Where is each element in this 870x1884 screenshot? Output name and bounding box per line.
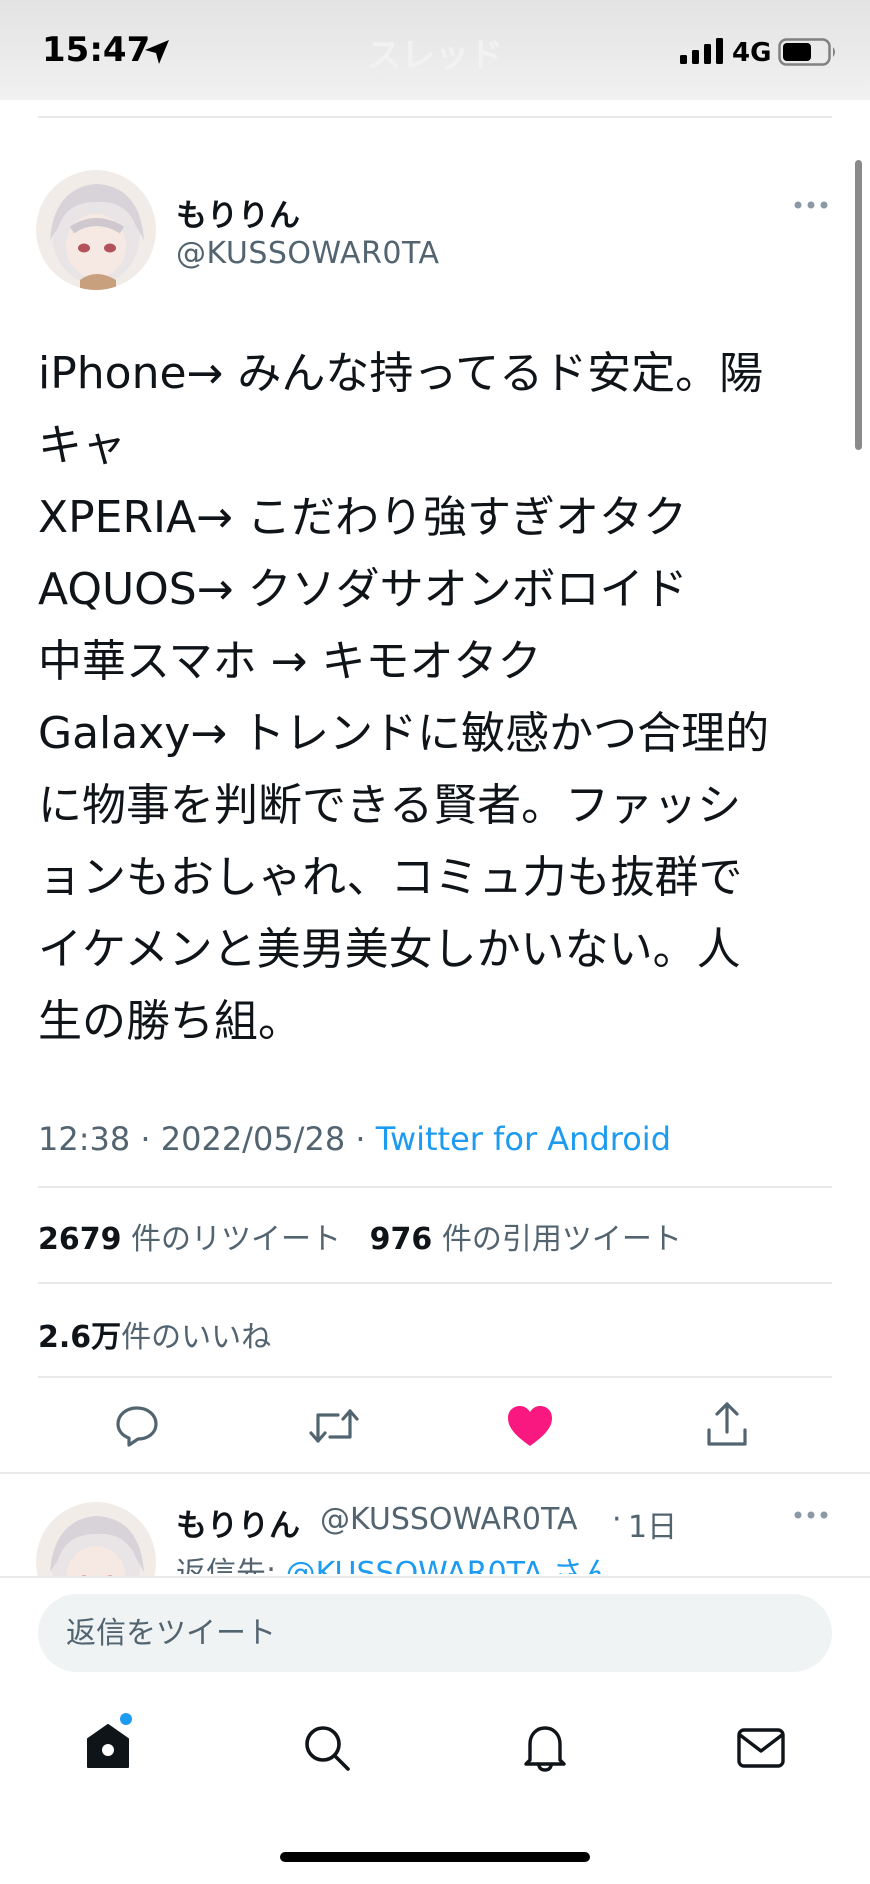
location-arrow-icon [145,40,169,64]
stats-divider [38,1282,832,1284]
bell-icon[interactable] [521,1722,569,1772]
avatar[interactable] [36,170,156,290]
signal-bars-icon [680,38,723,64]
retweet-count: 2679 [38,1222,122,1257]
reply-to-mention[interactable]: @KUSSOWAR0TA さん [286,1556,613,1574]
home-indicator[interactable] [280,1852,590,1862]
top-divider [38,116,832,118]
battery-icon [778,38,835,66]
notification-dot [120,1713,132,1725]
like-stats[interactable]: 2.6万件のいいね [38,1312,271,1356]
home-icon[interactable] [84,1722,132,1770]
tweet-text-line: XPERIA→ こだわり強すぎオタク [38,492,687,543]
quote-stat[interactable]: 976 件の引用ツイート [370,1222,682,1257]
mail-icon[interactable] [736,1727,786,1769]
tweet-meta: 12:38 · 2022/05/28 · Twitter for Android [38,1120,671,1158]
heart-icon[interactable] [506,1404,554,1448]
retweet-stats: 2679 件のリツイート 976 件の引用ツイート [38,1214,682,1258]
likes-divider [38,1376,832,1378]
like-count: 2.6万 [38,1320,122,1355]
tweet-text-line: イケメンと美男美女しかいない。人 [38,924,741,975]
quote-count: 976 [369,1222,433,1257]
reply-time: 1日 [628,1510,678,1545]
retweet-label: 件のリツイート [131,1222,342,1257]
actions-divider [0,1472,870,1474]
author-handle[interactable]: @KUSSOWAR0TA [176,236,440,271]
reply-icon[interactable] [114,1403,160,1449]
tweet-text-line: AQUOS→ クソダサオンボロイド [38,564,688,615]
meta-divider [38,1186,832,1188]
status-time: 15:47 [42,30,151,70]
tweet-text-line: キャ [38,420,126,471]
reply-to-line: 返信先: @KUSSOWAR0TA さん [176,1548,613,1574]
more-options-icon[interactable] [794,200,828,210]
reply-separator: · [612,1502,622,1537]
search-icon[interactable] [302,1723,352,1773]
network-type: 4G [732,38,772,68]
scroll-indicator[interactable] [855,160,862,450]
reply-author-handle[interactable]: @KUSSOWAR0TA [320,1502,578,1537]
reply-author-name[interactable]: もりりん [176,1500,300,1545]
tweet-text-line: Galaxy→ トレンドに敏感かつ合理的 [38,708,770,759]
tweet-text-line: に物事を判断できる賢者。ファッシ [38,780,742,831]
retweet-stat[interactable]: 2679 件のリツイート [38,1222,341,1257]
tweet-time: 12:38 [38,1120,131,1158]
source-link[interactable]: Twitter for Android [376,1120,671,1158]
tweet-text-line: 生の勝ち組。 [38,996,302,1047]
tweet-text-line: 中華スマホ → キモオタク [38,636,542,687]
like-label: 件のいいね [121,1320,272,1355]
share-icon[interactable] [704,1400,750,1450]
reply-to-prefix: 返信先: [176,1556,286,1574]
tweet-date: 2022/05/28 [160,1120,346,1158]
author-name[interactable]: もりりん [176,190,300,235]
reply-input[interactable] [38,1594,832,1672]
status-bar: スレッド 15:47 4G [0,0,870,100]
tweet-text: iPhone→ みんな持ってるド安定。陽 キャ XPERIA→ こだわり強すぎオ… [38,338,828,1058]
meta-separator: · [345,1120,376,1158]
tweet-text-line: iPhone→ みんな持ってるド安定。陽 [38,348,764,399]
tweet-text-line: ョンもおしゃれ、コミュ力も抜群で [38,852,743,903]
meta-separator: · [130,1120,161,1158]
reply-more-options-icon[interactable] [794,1510,828,1520]
quote-label: 件の引用ツイート [441,1222,682,1257]
retweet-icon[interactable] [308,1403,360,1449]
